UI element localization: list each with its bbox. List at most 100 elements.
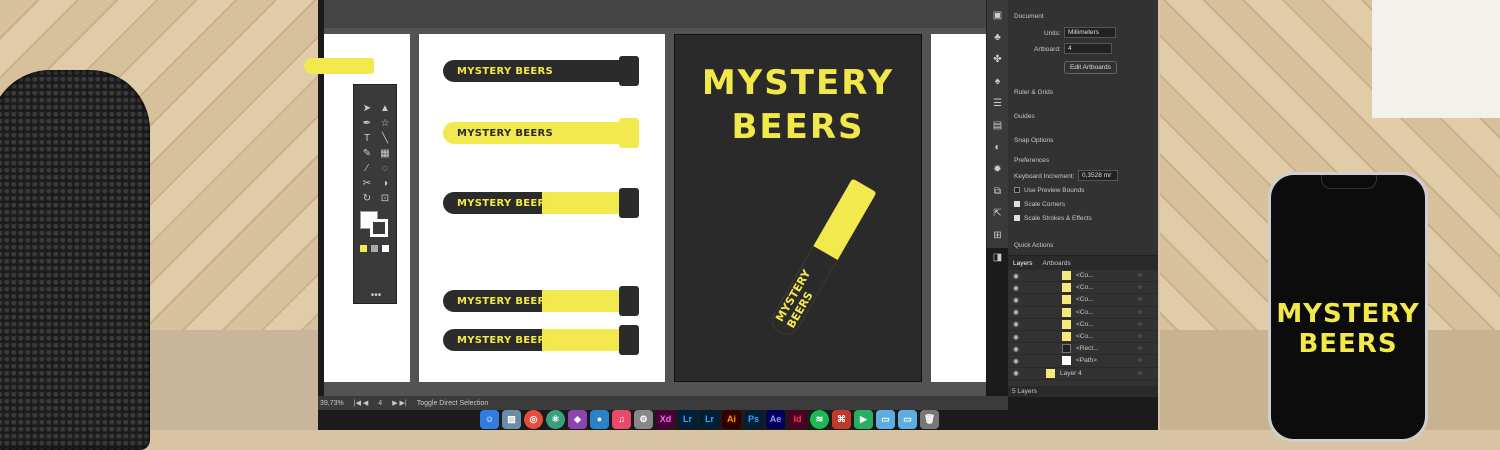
eyedropper-icon[interactable]: ⁄ [360, 163, 374, 175]
none-mode-icon[interactable] [382, 245, 389, 252]
wristband-partial[interactable] [304, 58, 374, 74]
illustrator-canvas[interactable]: MYSTERY BEERS MYSTERY BEERS MYSTERY BEER… [304, 0, 986, 396]
eye-icon[interactable]: ◉ [1008, 296, 1024, 304]
pathfinder-icon[interactable]: ◨ [992, 252, 1004, 264]
facetime-icon[interactable]: ▶ [854, 410, 873, 429]
target-icon[interactable]: ○ [1138, 296, 1142, 303]
wristband-yellow-1[interactable]: MYSTERY BEERS [443, 118, 639, 148]
dock-app-id[interactable]: Id [788, 410, 807, 429]
eye-icon[interactable]: ◉ [1008, 369, 1024, 377]
dock-app-xd[interactable]: Xd [656, 410, 675, 429]
layer-row[interactable]: ◉ <Rect... ○ [1008, 343, 1158, 356]
units-select[interactable]: Millimeters [1064, 27, 1116, 38]
chrome-icon[interactable]: ◎ [524, 410, 543, 429]
artboard-3-dark[interactable]: MYSTERY BEERS MYSTERY BEERS [674, 34, 922, 382]
eye-icon[interactable]: ◉ [1008, 320, 1024, 328]
scale-corners-row[interactable]: Scale Corners [1014, 201, 1065, 208]
zoom-level[interactable]: 39,73% [320, 400, 344, 407]
music-icon[interactable]: ♫ [612, 410, 631, 429]
blob-tool-icon[interactable]: ◌ [378, 163, 392, 175]
target-icon[interactable]: ○ [1138, 370, 1142, 377]
rotate-tool-icon[interactable]: ↻ [360, 193, 374, 205]
artboard-4[interactable] [931, 34, 986, 382]
shape-builder-icon[interactable]: ◑ [378, 178, 392, 190]
type-tool-icon[interactable]: T [360, 133, 374, 145]
use-preview-bounds-row[interactable]: Use Preview Bounds [1014, 187, 1084, 194]
edit-artboards-button[interactable]: Edit Artboards [1064, 61, 1117, 74]
wristband-mixed-1[interactable]: MYSTERY BEERS [443, 188, 639, 218]
dock-app-ps[interactable]: Ps [744, 410, 763, 429]
eye-icon[interactable]: ◉ [1008, 333, 1024, 341]
gradient-tool-icon[interactable]: ▦ [378, 148, 392, 160]
eye-icon[interactable]: ◉ [1008, 308, 1024, 316]
layer-row[interactable]: ◉ <Co... ○ [1008, 331, 1158, 344]
eye-icon[interactable]: ◉ [1008, 357, 1024, 365]
layer-row[interactable]: ◉ Layer 4 ○ [1008, 368, 1158, 380]
layer-row[interactable]: ◉ <Co... ○ [1008, 319, 1158, 331]
gradient-mode-icon[interactable] [371, 245, 378, 252]
direct-selection-icon[interactable]: ▲ [378, 103, 392, 115]
target-icon[interactable]: ○ [1138, 284, 1142, 291]
layer-row[interactable]: ◉ <Co... ○ [1008, 270, 1158, 283]
dock-app-lr-classic[interactable]: Lr [700, 410, 719, 429]
line-tool-icon[interactable]: ╲ [378, 133, 392, 145]
asset-export-icon[interactable]: ⧉ [992, 186, 1004, 198]
star-tool-icon[interactable]: ☆ [378, 118, 392, 130]
export-icon[interactable]: ⇱ [992, 208, 1004, 220]
target-icon[interactable]: ○ [1138, 321, 1142, 328]
more-tools-icon[interactable]: ••• [369, 290, 383, 302]
messages-icon[interactable]: ● [590, 410, 609, 429]
artboard-number[interactable]: 4 [378, 400, 382, 407]
github-icon[interactable]: ◆ [568, 410, 587, 429]
pen-tool-icon[interactable]: ✒ [360, 118, 374, 130]
layer-row[interactable]: ◉ <Co... ○ [1008, 294, 1158, 307]
preview-icon[interactable]: ▨ [502, 410, 521, 429]
wristband-black-1[interactable]: MYSTERY BEERS [443, 56, 639, 86]
layer-row[interactable]: ◉ <Path> ○ [1008, 355, 1158, 368]
image-trace-icon[interactable]: ▣ [992, 10, 1004, 22]
atom-icon[interactable]: ⚛ [546, 410, 565, 429]
checkbox-checked[interactable] [1014, 215, 1020, 222]
appearance-icon[interactable]: ✹ [992, 164, 1004, 176]
wristband-mixed-3[interactable]: MYSTERY BEERS [443, 325, 639, 355]
artboard-tool-icon[interactable]: ⊡ [378, 193, 392, 205]
gradient-panel-icon[interactable]: ▤ [992, 120, 1004, 132]
downloads-icon[interactable]: ▭ [898, 410, 917, 429]
folder-icon[interactable]: ▭ [876, 410, 895, 429]
artboard-nav-prev[interactable]: |◀ ◀ [354, 399, 369, 407]
eye-icon[interactable]: ◉ [1008, 345, 1024, 353]
target-icon[interactable]: ○ [1138, 272, 1142, 279]
brush-tool-icon[interactable]: ✎ [360, 148, 374, 160]
target-icon[interactable]: ○ [1138, 345, 1142, 352]
wristband-diagonal[interactable]: MYSTERY BEERS [767, 178, 877, 340]
selection-tool-icon[interactable]: ➤ [360, 103, 374, 115]
brushes-icon[interactable]: ✤ [992, 54, 1004, 66]
scissors-icon[interactable]: ✂ [360, 178, 374, 190]
dock-app-ai[interactable]: Ai [722, 410, 741, 429]
wristband-mixed-2[interactable]: MYSTERY BEERS [443, 286, 639, 316]
artboard-2[interactable]: MYSTERY BEERS MYSTERY BEERS MYSTERY BEER… [419, 34, 665, 382]
finder-icon[interactable]: ☺ [480, 410, 499, 429]
checkbox-unchecked[interactable] [1014, 187, 1020, 194]
transform-icon[interactable]: ⊞ [992, 230, 1004, 242]
swatches-icon[interactable]: ♠ [992, 76, 1004, 88]
transparency-icon[interactable]: ◐ [992, 142, 1004, 154]
tab-layers[interactable]: Layers [1013, 260, 1033, 267]
artboard-select[interactable]: 4 [1064, 43, 1112, 54]
dock-app-ae[interactable]: Ae [766, 410, 785, 429]
layer-row[interactable]: ◉ <Co... ○ [1008, 307, 1158, 319]
settings-icon[interactable]: ⚙ [634, 410, 653, 429]
symbols-icon[interactable]: ♣ [992, 32, 1004, 44]
target-icon[interactable]: ○ [1138, 309, 1142, 316]
dock-app-lr[interactable]: Lr [678, 410, 697, 429]
keyboard-increment-input[interactable]: 0,3528 mr [1078, 170, 1118, 181]
align-icon[interactable]: ☰ [992, 98, 1004, 110]
eye-icon[interactable]: ◉ [1008, 284, 1024, 292]
artboard-nav-next[interactable]: ▶ ▶| [392, 399, 407, 407]
spotify-icon[interactable]: ≋ [810, 410, 829, 429]
scale-strokes-row[interactable]: Scale Strokes & Effects [1014, 215, 1092, 222]
checkbox-checked[interactable] [1014, 201, 1020, 208]
target-icon[interactable]: ○ [1138, 357, 1142, 364]
trash-icon[interactable]: 🗑 [920, 410, 939, 429]
stroke-swatch[interactable] [370, 219, 388, 237]
